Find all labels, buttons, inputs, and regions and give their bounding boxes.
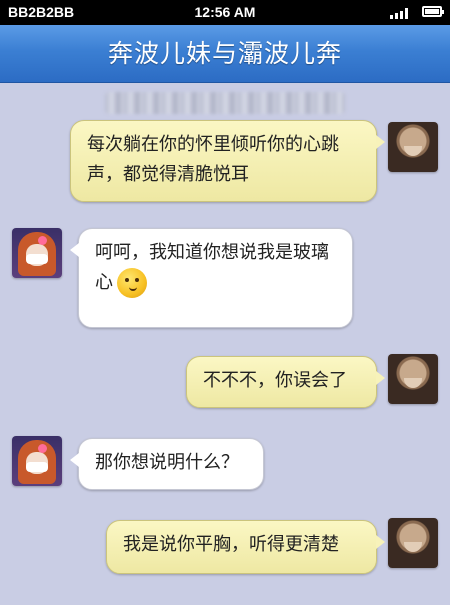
- signal-bars-icon: [390, 7, 412, 19]
- chat-title-bar: 奔波儿妹与灞波儿奔: [0, 25, 450, 83]
- message-bubble-outgoing[interactable]: 我是说你平胸，听得更清楚: [106, 520, 385, 574]
- status-clock: 12:56 AM: [194, 4, 256, 20]
- monk-avatar[interactable]: [388, 518, 438, 568]
- message-bubble-incoming[interactable]: 那你想说明什么？: [70, 438, 264, 490]
- chat-title: 奔波儿妹与灞波儿奔: [107, 39, 342, 68]
- message-text: 不不不，你误会了: [203, 370, 347, 391]
- message-bubble-outgoing[interactable]: 每次躺在你的怀里倾听你的心跳声，都觉得清脆悦耳: [70, 120, 385, 202]
- girl-avatar[interactable]: [12, 228, 62, 278]
- thinking-face-icon: [117, 268, 147, 298]
- girl-avatar[interactable]: [12, 436, 62, 486]
- message-bubble-incoming[interactable]: 呵呵，我知道你想说我是玻璃心: [70, 228, 353, 328]
- message-bubble-outgoing[interactable]: 不不不，你误会了: [186, 356, 385, 408]
- message-text: 我是说你平胸，听得更清楚: [123, 534, 339, 555]
- blurred-timestamp: [105, 92, 345, 114]
- message-text: 每次躺在你的怀里倾听你的心跳声，都觉得清脆悦耳: [87, 134, 339, 185]
- monk-avatar[interactable]: [388, 354, 438, 404]
- battery-icon: [422, 6, 444, 17]
- status-bar: BB2B2BB 12:56 AM: [0, 0, 450, 25]
- message-text: 那你想说明什么？: [95, 452, 239, 473]
- monk-avatar[interactable]: [388, 122, 438, 172]
